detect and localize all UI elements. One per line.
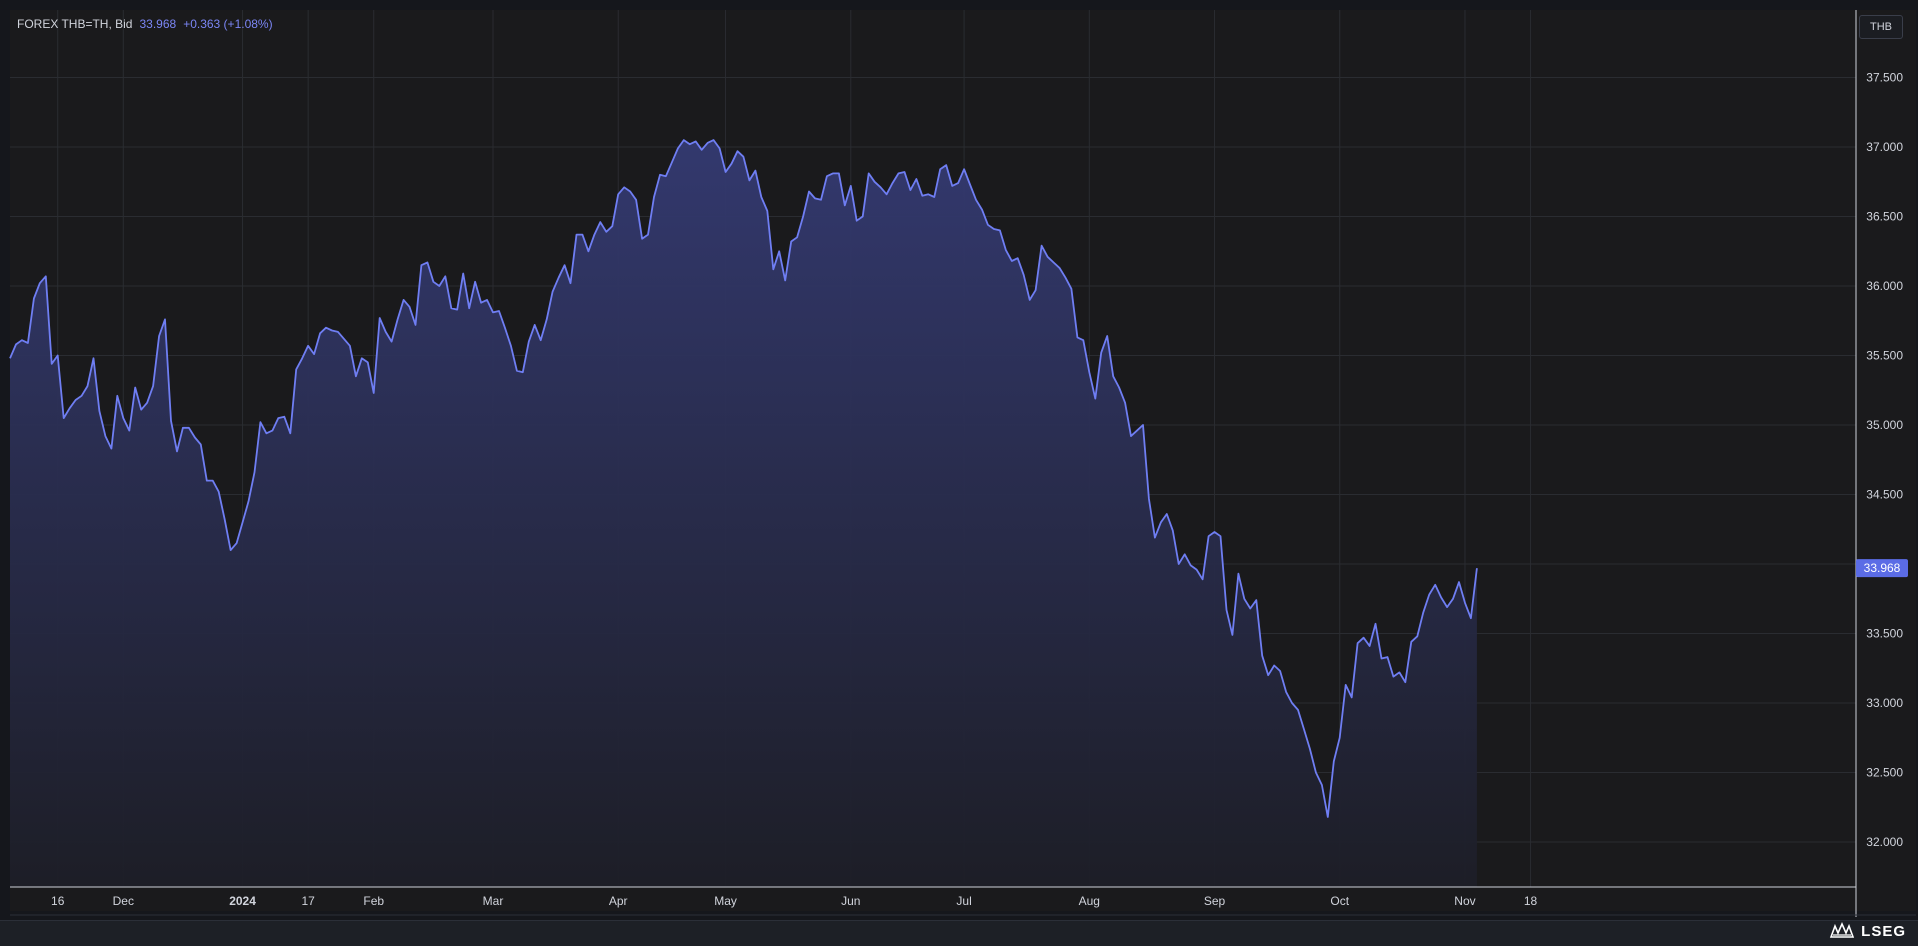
y-tick-label: 33.000 bbox=[1866, 696, 1903, 710]
y-tick-label: 34.500 bbox=[1866, 488, 1903, 502]
x-tick-label: 16 bbox=[51, 894, 65, 908]
x-tick-label: 17 bbox=[301, 894, 315, 908]
footer-bar bbox=[0, 920, 1918, 946]
x-tick-label: May bbox=[714, 894, 737, 908]
last-price: 33.968 bbox=[139, 17, 177, 31]
x-tick-label: Apr bbox=[609, 894, 628, 908]
price-change: +0.363 (+1.08%) bbox=[183, 17, 273, 31]
symbol-label: FOREX THB=TH, Bid bbox=[17, 17, 133, 31]
x-tick-label: 18 bbox=[1524, 894, 1538, 908]
chart-legend-header: FOREX THB=TH, Bid 33.968 +0.363 (+1.08%) bbox=[17, 17, 273, 31]
y-tick-label: 36.500 bbox=[1866, 210, 1903, 224]
currency-unit-button[interactable]: THB bbox=[1859, 15, 1903, 39]
chart-canvas[interactable]: 37.500 37.000 36.500 36.000 35.500 35.000 34.5… bbox=[0, 0, 1918, 945]
y-tick-label: 35.000 bbox=[1866, 418, 1903, 432]
last-price-badge-label: 33.968 bbox=[1864, 561, 1901, 575]
lseg-logo: LSEG bbox=[1829, 922, 1906, 940]
y-tick-label: 35.500 bbox=[1866, 349, 1903, 363]
x-tick-label: Jul bbox=[956, 894, 971, 908]
y-tick-label: 32.000 bbox=[1866, 835, 1903, 849]
chart-panel: 37.500 37.000 36.500 36.000 35.500 35.000 34.5… bbox=[0, 0, 1918, 946]
x-tick-label: Aug bbox=[1079, 894, 1100, 908]
x-tick-label: 2024 bbox=[229, 894, 256, 908]
x-tick-label: Nov bbox=[1454, 894, 1475, 908]
y-tick-label: 37.500 bbox=[1866, 71, 1903, 85]
x-tick-label: Oct bbox=[1330, 894, 1349, 908]
y-tick-label: 36.000 bbox=[1866, 279, 1903, 293]
logo-text: LSEG bbox=[1861, 922, 1906, 940]
x-tick-label: Sep bbox=[1204, 894, 1226, 908]
x-tick-label: Dec bbox=[113, 894, 134, 908]
x-tick-label: Jun bbox=[841, 894, 860, 908]
y-tick-label: 33.500 bbox=[1866, 627, 1903, 641]
y-tick-label: 37.000 bbox=[1866, 140, 1903, 154]
lseg-emblem-icon bbox=[1830, 922, 1855, 938]
y-tick-label: 32.500 bbox=[1866, 766, 1903, 780]
x-tick-label: Feb bbox=[363, 894, 384, 908]
x-tick-label: Mar bbox=[483, 894, 504, 908]
